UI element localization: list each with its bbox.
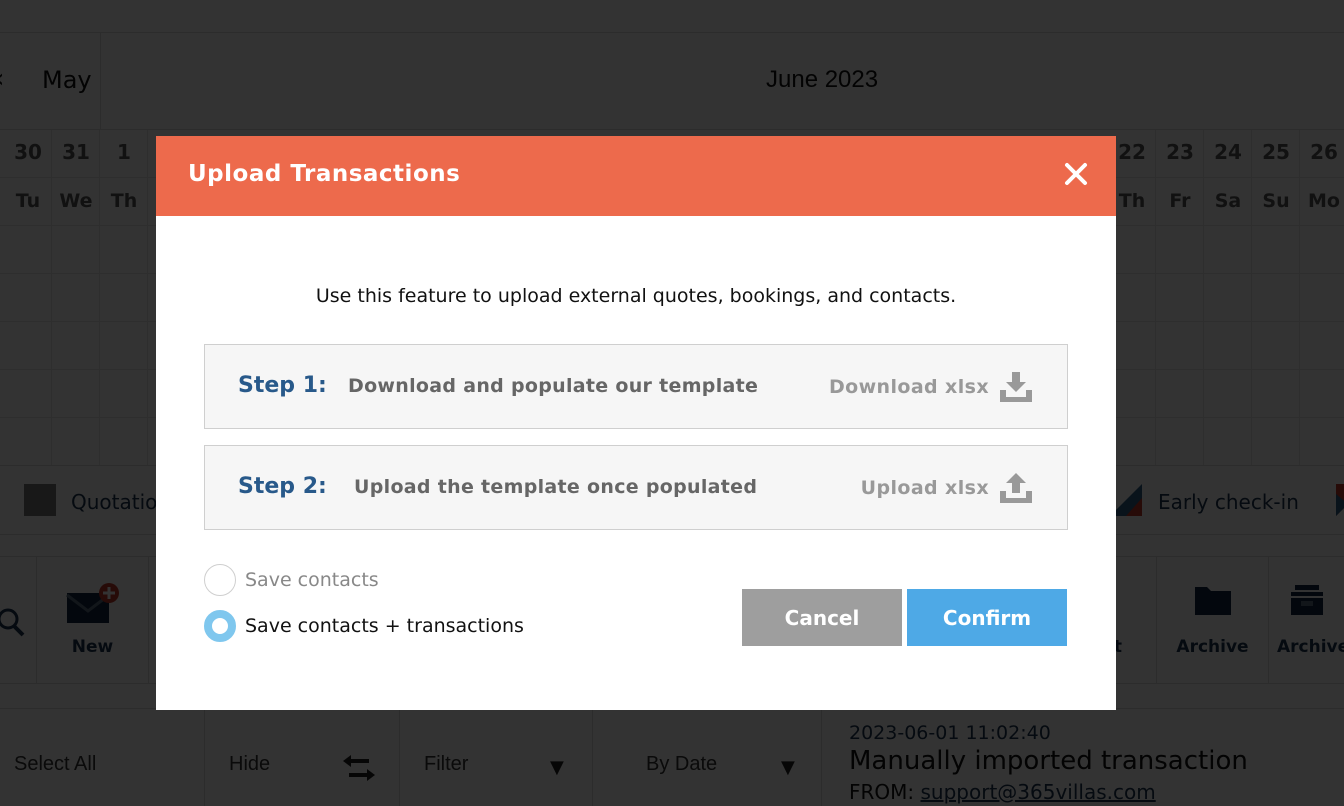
upload-xlsx-button[interactable]: Upload xlsx	[861, 468, 1033, 508]
save-contacts-label: Save contacts	[245, 569, 379, 591]
upload-xlsx-label: Upload xlsx	[860, 477, 989, 499]
step-2-description: Upload the template once populated	[354, 476, 758, 498]
save-contacts-transactions-label: Save contacts + transactions	[245, 615, 524, 637]
step-2-label: Step 2:	[238, 474, 327, 499]
modal-header: Upload Transactions	[156, 136, 1116, 216]
save-contacts-transactions-option[interactable]: Save contacts + transactions	[204, 610, 524, 642]
download-xlsx-button[interactable]: Download xlsx	[829, 367, 1033, 407]
save-contacts-option[interactable]: Save contacts	[204, 564, 379, 596]
step-2-panel: Step 2: Upload the template once populat…	[204, 445, 1068, 530]
download-icon	[1000, 372, 1032, 402]
confirm-button[interactable]: Confirm	[907, 589, 1067, 646]
upload-icon	[1000, 473, 1032, 503]
save-contacts-transactions-radio[interactable]	[204, 610, 236, 642]
upload-transactions-modal: Upload Transactions Use this feature to …	[156, 136, 1116, 710]
step-1-panel: Step 1: Download and populate our templa…	[204, 344, 1068, 429]
step-1-description: Download and populate our template	[348, 375, 759, 397]
close-icon[interactable]	[1062, 160, 1090, 188]
download-xlsx-label: Download xlsx	[828, 376, 989, 398]
save-contacts-radio[interactable]	[204, 564, 236, 596]
step-1-label: Step 1:	[238, 373, 327, 398]
modal-title: Upload Transactions	[188, 161, 461, 187]
modal-intro-text: Use this feature to upload external quot…	[315, 285, 957, 307]
cancel-button[interactable]: Cancel	[742, 589, 902, 646]
